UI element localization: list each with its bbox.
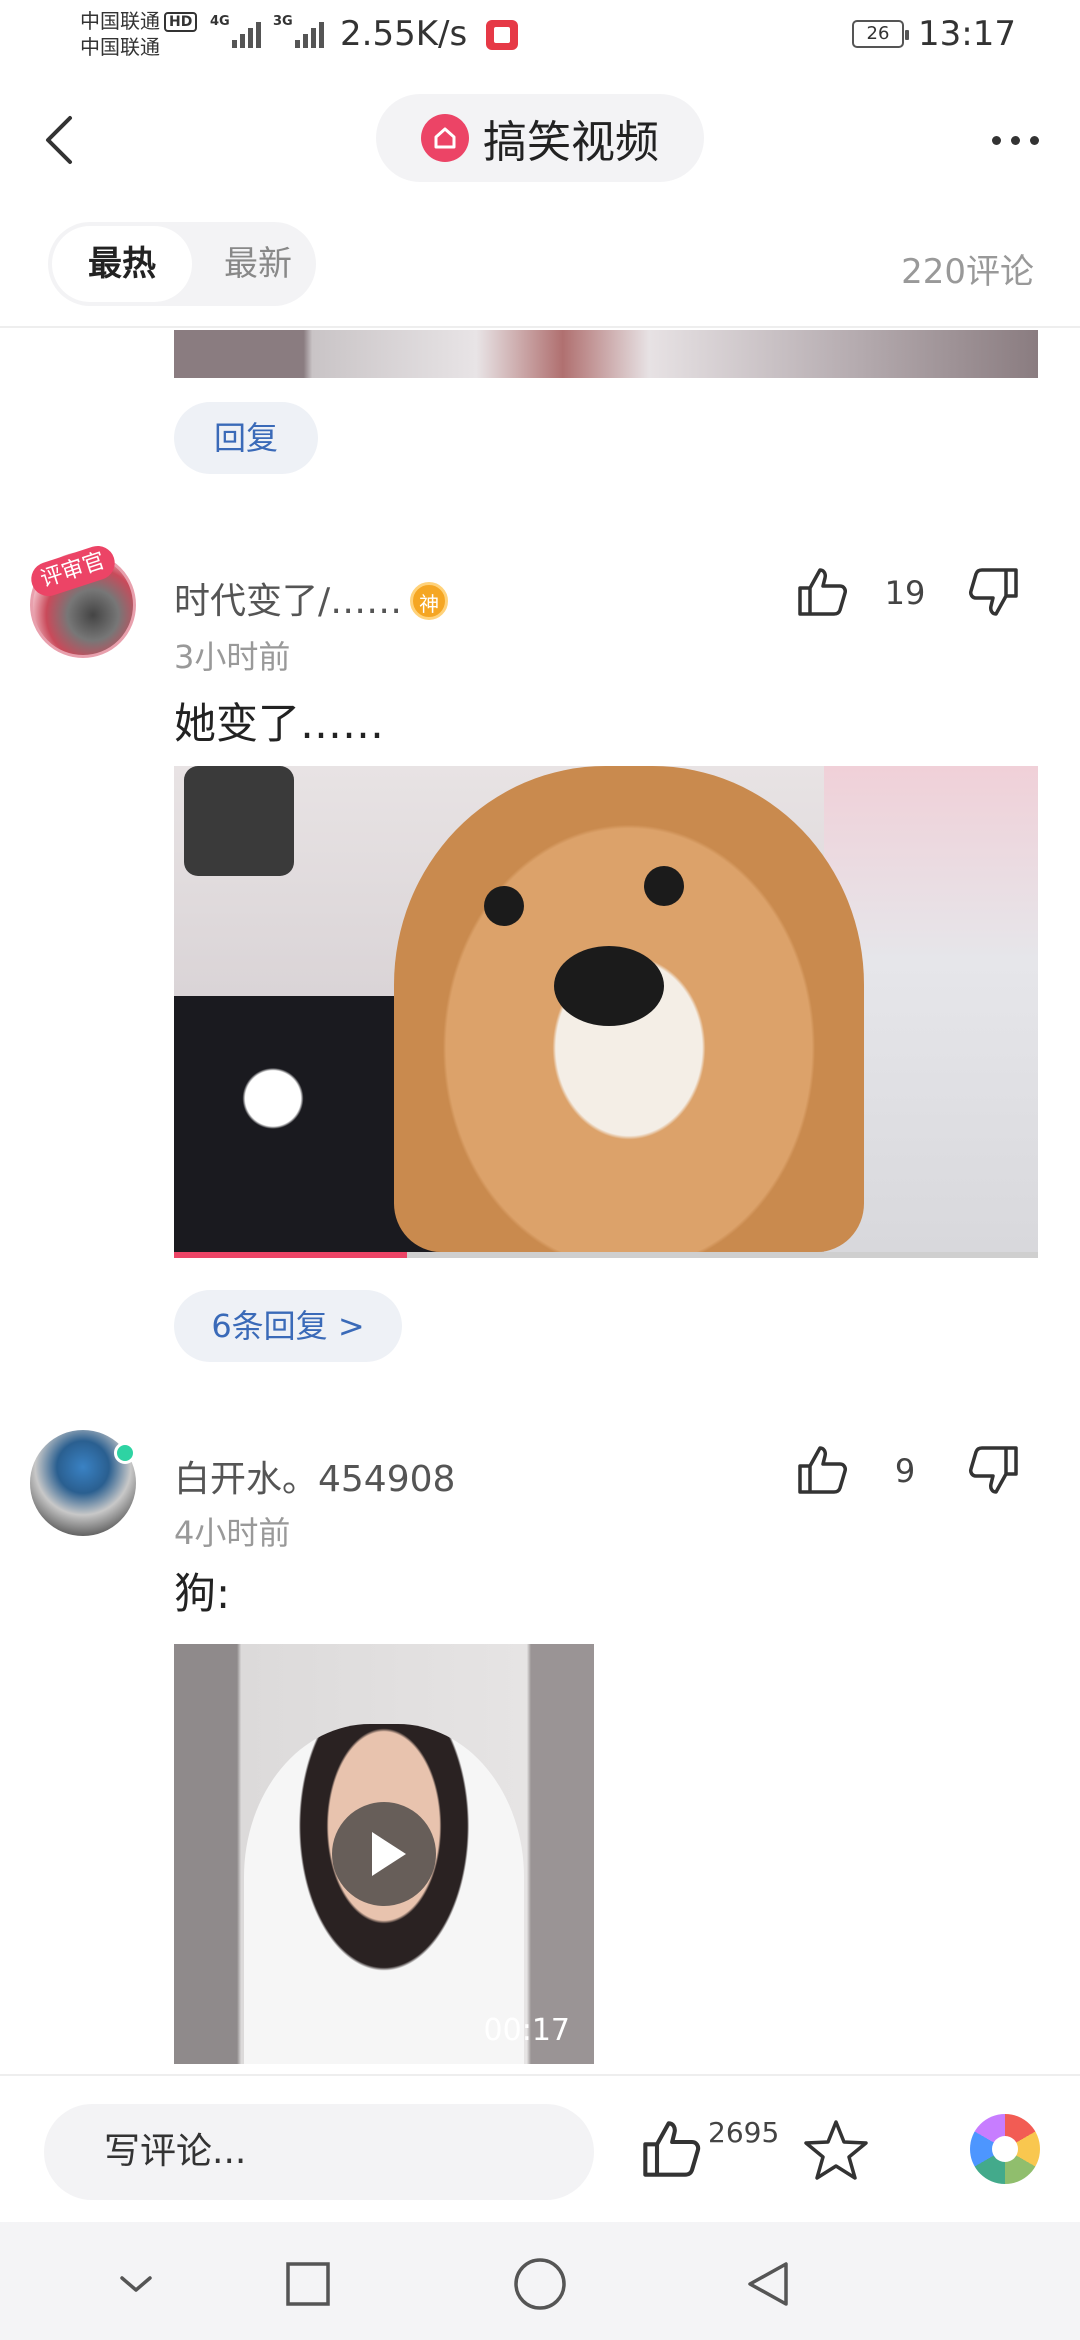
post-like-count: 2695 xyxy=(708,2116,780,2149)
thumbs-up-icon xyxy=(643,2121,701,2177)
thumbs-up-icon xyxy=(798,568,847,616)
bottom-action-bar: 写评论... 2695 xyxy=(0,2074,1080,2222)
more-dots-icon xyxy=(991,135,1001,145)
square-icon xyxy=(286,2262,330,2306)
online-indicator xyxy=(114,1442,136,1464)
carrier-info: 中国联通 HD 中国联通 xyxy=(80,8,198,60)
home-icon xyxy=(421,114,469,162)
star-icon xyxy=(804,2120,868,2180)
god-badge-icon: 神 xyxy=(410,582,449,620)
video-progress-fill xyxy=(174,1252,408,1258)
like-button[interactable] xyxy=(792,562,852,622)
like-post-button[interactable] xyxy=(636,2114,706,2184)
chevron-down-icon xyxy=(120,2276,152,2292)
title-bar: 搞笑视频 xyxy=(0,72,1080,204)
signal-indicators: 4G 3G xyxy=(210,14,324,48)
favorite-button[interactable] xyxy=(800,2114,872,2186)
system-nav-bar xyxy=(0,2222,1080,2340)
reply-button[interactable]: 回复 xyxy=(174,402,318,474)
comment-input[interactable]: 写评论... xyxy=(44,2104,594,2200)
nav-home-button[interactable] xyxy=(512,2256,568,2312)
username[interactable]: 时代变了/…… 神 xyxy=(174,572,449,624)
like-count: 9 xyxy=(894,1452,916,1490)
clock: 13:17 xyxy=(918,14,1016,54)
sort-toggle: 最热 最新 xyxy=(48,222,316,306)
back-button[interactable] xyxy=(30,104,90,174)
nav-recents-button[interactable] xyxy=(280,2256,336,2312)
comment-time: 4小时前 xyxy=(174,1514,291,1552)
username[interactable]: 白开水。454908 xyxy=(174,1450,455,1502)
comment-list[interactable]: 回复 评审官 时代变了/…… 神 3小时前 19 她变了…… 6条回复 > 白开… xyxy=(0,330,1080,2074)
status-bar: 中国联通 HD 中国联通 4G 3G 2.55K/s 26 13:17 xyxy=(0,0,1080,72)
nav-back-button[interactable] xyxy=(740,2256,796,2312)
more-options-button[interactable] xyxy=(980,120,1050,160)
comment-count: 220评论 xyxy=(901,252,1034,292)
signal-4g-icon: 4G xyxy=(210,14,261,48)
comment-text: 她变了…… xyxy=(174,699,385,748)
network-speed: 2.55K/s xyxy=(340,14,468,54)
comment-time: 3小时前 xyxy=(174,638,291,676)
carrier-2: 中国联通 xyxy=(80,35,160,59)
view-replies-button[interactable]: 6条回复 > xyxy=(174,1290,402,1362)
net-type-2: 3G xyxy=(273,14,293,29)
notification-app-icon xyxy=(486,20,518,50)
nav-collapse-button[interactable] xyxy=(108,2256,164,2312)
hd-badge: HD xyxy=(164,12,198,32)
sort-bar: 最热 最新 220评论 xyxy=(0,204,1080,328)
video-progress-bar[interactable] xyxy=(174,1252,1038,1258)
like-button[interactable] xyxy=(792,1440,852,1500)
video-duration: 00:17 xyxy=(483,2013,570,2048)
previous-comment-image[interactable] xyxy=(174,330,1038,378)
comment-video[interactable]: 00:17 xyxy=(174,1644,594,2064)
triangle-back-icon xyxy=(748,2262,788,2306)
share-wheel-icon[interactable] xyxy=(970,2114,1040,2184)
play-icon[interactable] xyxy=(332,1802,436,1906)
sort-new-tab[interactable]: 最新 xyxy=(208,226,308,302)
sort-hot-tab[interactable]: 最热 xyxy=(52,226,192,302)
comment-text: 狗: xyxy=(174,1569,231,1618)
page-title: 搞笑视频 xyxy=(483,117,659,168)
net-type-1: 4G xyxy=(210,14,230,29)
dislike-button[interactable] xyxy=(964,562,1024,622)
dislike-button[interactable] xyxy=(964,1440,1024,1500)
circle-icon xyxy=(514,2258,566,2310)
signal-3g-icon: 3G xyxy=(273,14,324,48)
like-count: 19 xyxy=(884,574,926,612)
carrier-1: 中国联通 xyxy=(80,9,160,33)
thumbs-up-icon xyxy=(798,1446,847,1494)
battery-icon: 26 xyxy=(852,20,909,48)
thumbs-down-icon xyxy=(969,568,1018,616)
chevron-left-icon xyxy=(46,116,72,164)
channel-title-pill[interactable]: 搞笑视频 xyxy=(376,94,704,182)
comment-video[interactable] xyxy=(174,766,1038,1252)
thumbs-down-icon xyxy=(969,1446,1018,1494)
